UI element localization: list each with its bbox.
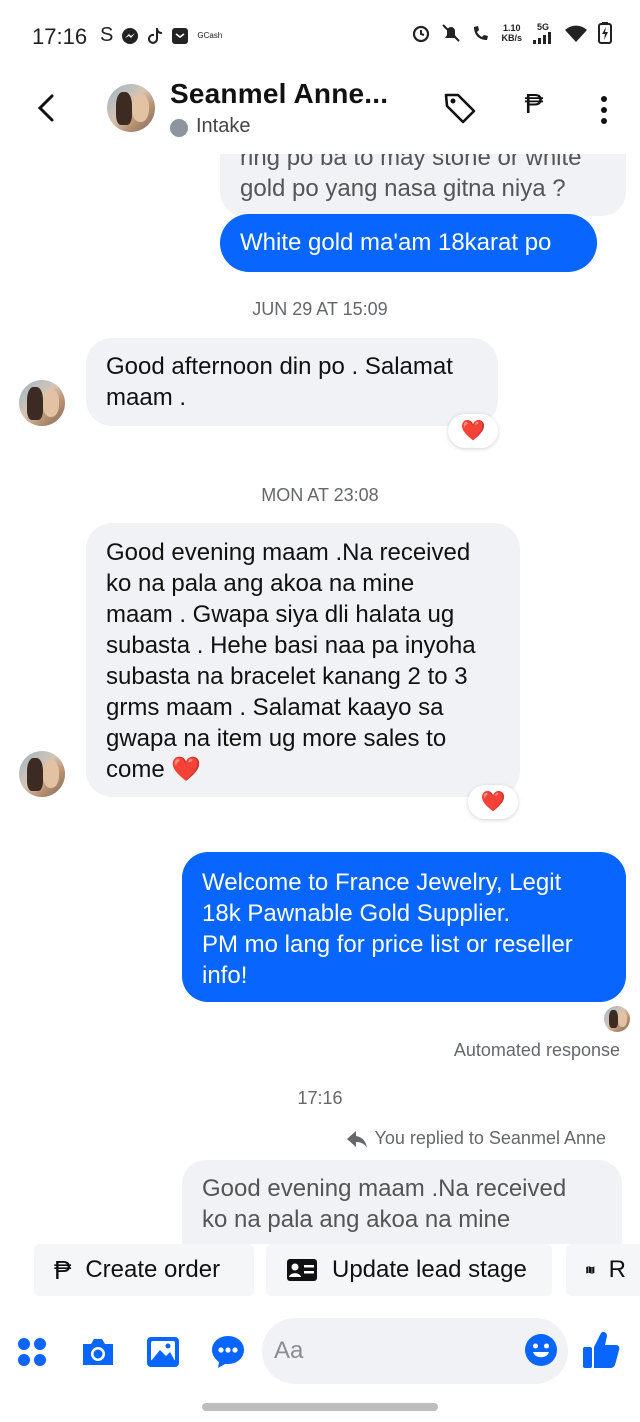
heart-emoji: ❤️: [171, 756, 202, 783]
thumbs-up-icon[interactable]: [582, 1330, 620, 1370]
message-input-wrapper: [262, 1318, 568, 1384]
message-bubble-evening[interactable]: Good evening maam .Na received ko na pal…: [86, 523, 520, 797]
battery-icon: [598, 22, 612, 44]
heart-reaction[interactable]: ❤️: [468, 785, 518, 819]
signal-5g-label: 5G: [536, 22, 549, 32]
third-action-label: R: [608, 1256, 626, 1283]
update-lead-stage-button[interactable]: Update lead stage: [266, 1244, 552, 1296]
emoji-icon[interactable]: [524, 1333, 558, 1367]
notification-icons: S GCash: [100, 24, 222, 47]
wifi-icon: [565, 25, 587, 42]
menu-grid-icon[interactable]: [14, 1334, 50, 1370]
s-app-icon: S: [100, 24, 114, 46]
alarm-icon: [413, 25, 430, 43]
reply-arrow-icon: [347, 1130, 368, 1148]
message-bubble-afternoon[interactable]: Good afternoon din po . Salamat maam .: [86, 338, 498, 426]
contact-name[interactable]: Seanmel Anne...: [170, 78, 388, 110]
message-line: PM mo lang for price list or reseller: [202, 931, 573, 958]
quoted-line: gold po yang nasa gitna niya ?: [240, 175, 566, 202]
contact-avatar[interactable]: [107, 84, 155, 132]
message-bubble-white-gold[interactable]: White gold ma'am 18karat po: [220, 214, 597, 272]
quoted-line: Good evening maam .Na received: [202, 1175, 567, 1202]
tag-icon[interactable]: [442, 90, 478, 126]
timestamp-now: 17:16: [297, 1088, 343, 1108]
create-order-button[interactable]: ₱ Create order: [34, 1244, 254, 1296]
seen-receipt-avatar: [604, 1006, 630, 1032]
message-composer: [0, 1316, 640, 1392]
message-line: gwapa na item ug more sales to: [106, 725, 447, 752]
message-line: come ❤️: [106, 756, 202, 783]
saved-replies-icon[interactable]: [210, 1334, 246, 1370]
message-line: info!: [202, 962, 248, 989]
net-speed: 1.10 KB/s: [501, 23, 522, 43]
contact-card-icon: [287, 1259, 317, 1281]
automated-response-label: Automated response: [453, 1040, 620, 1060]
sender-avatar[interactable]: [19, 380, 65, 426]
message-text: maam .: [106, 384, 187, 411]
message-line: Good evening maam .Na received: [106, 539, 471, 566]
signal-icon: 5G: [532, 22, 554, 44]
camera-icon[interactable]: [80, 1334, 116, 1370]
more-options-icon[interactable]: [592, 92, 616, 128]
third-action-button[interactable]: R: [566, 1244, 640, 1296]
timestamp-mon: MON AT 23:08: [261, 485, 379, 505]
tiktok-icon: [148, 27, 163, 44]
message-line: ko na pala ang akoa na mine: [106, 570, 415, 597]
message-input[interactable]: [274, 1330, 514, 1372]
quoted-message[interactable]: Good evening maam .Na received ko na pal…: [182, 1160, 622, 1250]
message-line: maam . Gwapa siya dli halata ug: [106, 601, 455, 628]
sender-avatar[interactable]: [19, 751, 65, 797]
peso-icon[interactable]: ₱: [517, 88, 551, 126]
message-line: grms maam . Salamat kaayo sa: [106, 694, 444, 721]
lead-stage-label[interactable]: Intake: [196, 115, 250, 138]
quoted-line: ko na pala ang akoa na mine: [202, 1206, 511, 1233]
create-order-label: Create order: [85, 1256, 221, 1283]
message-line: Welcome to France Jewelry, Legit: [202, 869, 562, 896]
message-line: 18k Pawnable Gold Supplier.: [202, 900, 511, 927]
map-icon: [586, 1266, 595, 1274]
message-line: subasta . Hehe basi naa pa inyoha: [106, 632, 476, 659]
messenger-icon: [122, 27, 139, 44]
system-icons: 1.10 KB/s 5G: [411, 22, 612, 44]
peso-icon: ₱: [54, 1254, 72, 1285]
quick-actions-bar: ₱ Create order Update lead stage R: [0, 1244, 640, 1300]
automated-message-bubble[interactable]: Welcome to France Jewelry, Legit 18k Paw…: [182, 852, 626, 1002]
status-bar: 17:16 S GCash 1.10 KB/s 5G: [0, 0, 640, 72]
chat-header: Seanmel Anne... Intake ₱: [0, 72, 640, 154]
home-indicator[interactable]: [202, 1403, 438, 1411]
gcash-icon: [172, 27, 189, 44]
lead-stage-dot: [170, 119, 188, 137]
heart-reaction[interactable]: ❤️: [448, 414, 498, 448]
replied-label: You replied to Seanmel Anne: [374, 1128, 606, 1148]
message-text: Good afternoon din po . Salamat: [106, 353, 453, 380]
update-lead-stage-label: Update lead stage: [332, 1256, 527, 1283]
reply-indicator: You replied to Seanmel Anne: [346, 1128, 606, 1149]
message-line: subasta na bracelet kanang 2 to 3: [106, 663, 468, 690]
wifi-call-icon: [474, 26, 489, 40]
gcash-label: GCash: [197, 31, 223, 40]
back-arrow-icon[interactable]: [30, 90, 66, 126]
mute-bell-icon: [442, 24, 461, 42]
message-text: White gold ma'am 18karat po: [240, 229, 552, 256]
status-time: 17:16: [32, 24, 88, 49]
gallery-icon[interactable]: [145, 1334, 181, 1370]
timestamp-jun29: JUN 29 AT 15:09: [252, 299, 388, 319]
